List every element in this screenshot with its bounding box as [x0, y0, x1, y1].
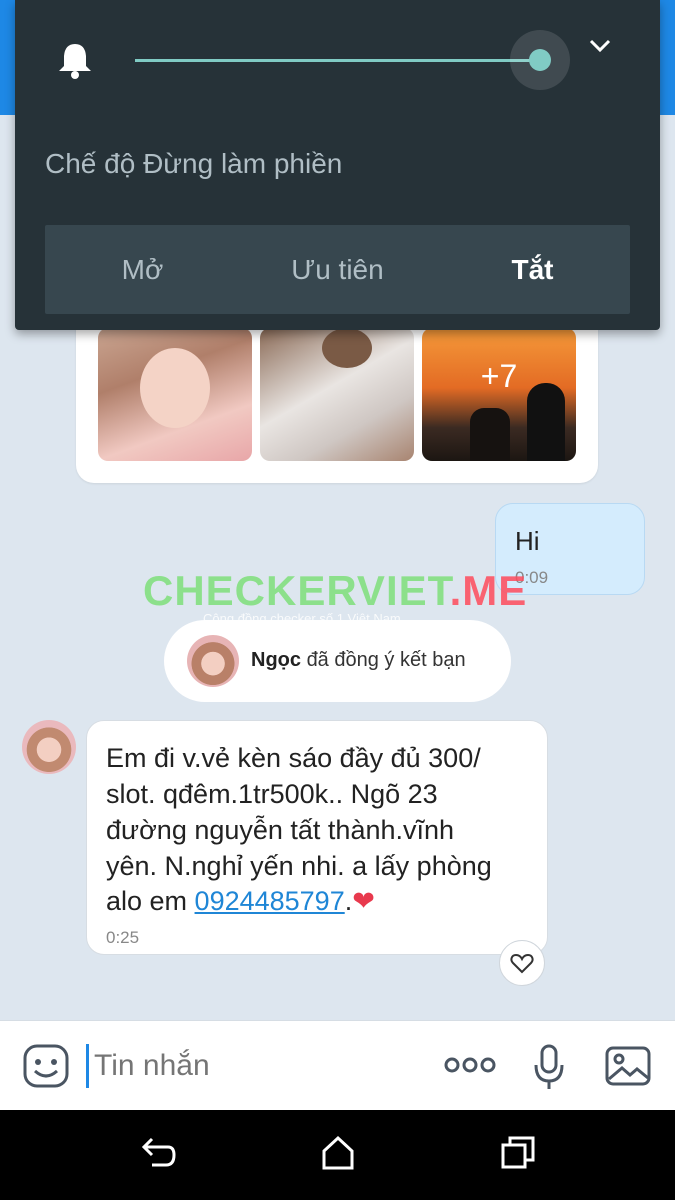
phone-link[interactable]: 0924485797: [195, 886, 345, 916]
bell-icon: [59, 44, 91, 79]
system-navigation-bar: [0, 1110, 675, 1200]
watermark-text: CHECKERVIET: [143, 567, 450, 614]
emoji-icon[interactable]: [22, 1043, 70, 1089]
watermark-suffix: .ME: [449, 567, 528, 614]
message-input[interactable]: [92, 1048, 396, 1084]
notice-text: đã đồng ý kết bạn: [306, 649, 466, 671]
message-text: alo em: [106, 886, 195, 916]
dnd-option-priority[interactable]: Ưu tiên: [240, 225, 435, 314]
message-text: Hi: [515, 526, 540, 556]
image-icon[interactable]: [604, 1045, 652, 1087]
received-message-bubble[interactable]: Em đi v.vẻ kèn sáo đầy đủ 300/ slot. qđê…: [86, 720, 548, 955]
volume-slider-track[interactable]: [135, 59, 540, 62]
photo-thumbnail[interactable]: [260, 328, 414, 461]
message-composer: [0, 1020, 675, 1110]
text-cursor: [86, 1044, 89, 1088]
message-line: Em đi v.vẻ kèn sáo đầy đủ 300/: [106, 743, 481, 773]
more-icon[interactable]: [444, 1057, 496, 1073]
heart-emoji: ❤: [352, 886, 375, 916]
dnd-mode-selector: Mở Ưu tiên Tắt: [45, 225, 630, 314]
volume-slider-thumb[interactable]: [529, 49, 551, 71]
person-head: [322, 328, 372, 368]
dnd-option-on[interactable]: Mở: [45, 225, 240, 314]
microphone-icon[interactable]: [533, 1043, 565, 1091]
chair-silhouette: [470, 408, 510, 461]
photo-thumbnail[interactable]: [98, 328, 252, 461]
avatar[interactable]: [187, 635, 239, 687]
message-line: yên. N.nghỉ yến nhi. a lấy phòng: [106, 851, 492, 881]
photo-thumbnail-more[interactable]: +7: [422, 328, 576, 461]
like-button[interactable]: [499, 940, 545, 986]
heart-outline-icon: [510, 953, 534, 974]
more-photos-count: +7: [480, 358, 518, 394]
message-line: đường nguyễn tất thành.vĩnh: [106, 815, 455, 845]
dnd-option-off[interactable]: Tắt: [435, 225, 630, 314]
sender-avatar[interactable]: [22, 720, 76, 774]
chevron-down-icon[interactable]: [587, 36, 613, 56]
watermark: CHECKERVIET.ME: [143, 567, 527, 615]
friend-accepted-notice: Ngọc đã đồng ý kết bạn: [164, 620, 511, 702]
person-face: [140, 348, 210, 428]
contact-name: Ngọc: [251, 649, 301, 671]
message-line: slot. qđêm.1tr500k.. Ngõ 23: [106, 779, 438, 809]
recents-icon[interactable]: [500, 1135, 536, 1171]
message-time: 0:25: [106, 928, 140, 947]
home-icon[interactable]: [320, 1135, 356, 1171]
message-line-last: alo em 0924485797.❤: [106, 886, 375, 917]
back-icon[interactable]: [140, 1135, 176, 1171]
do-not-disturb-panel: Chế độ Đừng làm phiền Mở Ưu tiên Tắt: [15, 0, 660, 330]
dnd-title: Chế độ Đừng làm phiền: [45, 148, 343, 179]
